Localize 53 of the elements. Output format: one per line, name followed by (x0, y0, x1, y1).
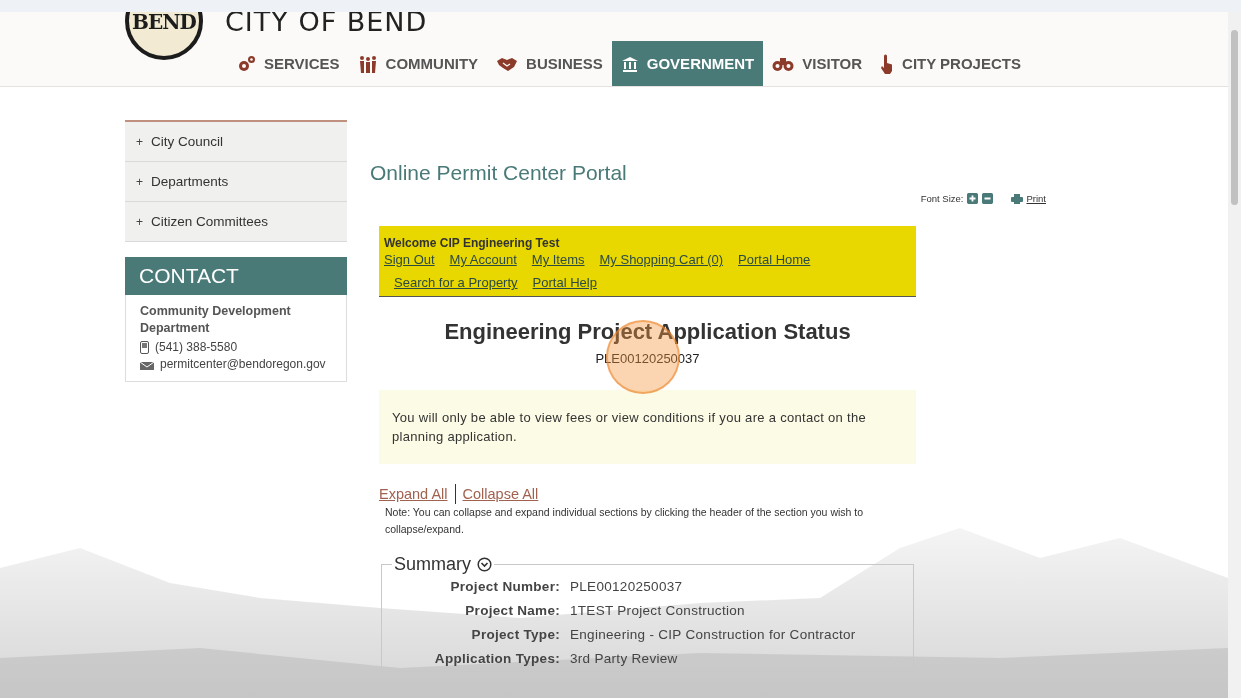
font-size-label: Font Size: (920, 193, 964, 204)
section-title[interactable]: Summary (394, 554, 471, 575)
city-logo[interactable]: BEND (125, 12, 203, 60)
contact-heading: CONTACT (125, 257, 347, 295)
expand-marker[interactable]: + (136, 214, 143, 229)
expand-marker[interactable]: + (136, 134, 143, 149)
sidebar-link[interactable]: Departments (151, 174, 229, 189)
handshake-icon (496, 55, 519, 72)
portal-link[interactable]: Portal Home (738, 252, 811, 267)
pointer-hand-icon (880, 53, 895, 74)
portal-link[interactable]: My Items (531, 252, 585, 267)
expand-marker[interactable]: + (136, 174, 143, 189)
phone-number: (541) 388-5580 (155, 340, 238, 354)
field-value: 3rd Party Review (570, 650, 679, 668)
welcome-text: Welcome CIP Engineering Test (384, 236, 561, 250)
portal-link[interactable]: Portal Help (532, 275, 597, 290)
chevron-circle-icon[interactable] (477, 557, 492, 572)
expand-all-link[interactable]: Expand All (379, 486, 448, 502)
nav-tab[interactable]: GOVERNMENT (611, 41, 764, 86)
nav-tab[interactable]: VISITOR (763, 41, 872, 86)
nav-tab[interactable]: SERVICES (227, 41, 349, 86)
field-label: Project Name: (464, 602, 560, 620)
portal-link[interactable]: My Account (449, 252, 517, 267)
nav-tab[interactable]: BUSINESS (487, 41, 612, 86)
email-link[interactable]: permitcenter@bendoregon.gov (160, 357, 326, 371)
print-link[interactable]: Print (1011, 193, 1046, 204)
printer-icon (1011, 193, 1024, 204)
page-title: Online Permit Center Portal (370, 161, 628, 185)
sidebar-link[interactable]: City Council (151, 134, 224, 149)
portal-link[interactable]: Search for a Property (394, 275, 518, 290)
building-icon (620, 55, 639, 72)
scrollbar[interactable] (1228, 12, 1241, 698)
sidebar-link[interactable]: Citizen Committees (151, 214, 269, 229)
minus-icon[interactable] (982, 193, 994, 204)
note-text: Note: You can collapse and expand individual sections by clicking the header of the section you wish to collapse/expand. (384, 505, 865, 537)
plus-icon[interactable] (967, 193, 979, 204)
collapse-all-link[interactable]: Collapse All (462, 486, 539, 502)
notice-message: You will only be able to view fees or view conditions if you are a contact on the planning application. (379, 390, 916, 464)
field-label: Project Number: (449, 578, 560, 596)
portal-link[interactable]: My Shopping Cart (0) (599, 252, 724, 267)
field-label: Application Types: (433, 650, 560, 668)
nav-tab[interactable]: COMMUNITY (348, 41, 488, 86)
nav-tab[interactable]: CITY PROJECTS (871, 41, 1030, 86)
people-icon (357, 54, 378, 73)
department-name: Community Development Department (140, 303, 292, 337)
phone-icon (140, 340, 149, 354)
field-value: PLE00120250037 (570, 578, 684, 596)
binoculars-icon (772, 55, 795, 72)
field-label: Project Type: (470, 626, 560, 644)
portal-link[interactable]: Sign Out (384, 252, 435, 267)
gears-icon (236, 54, 256, 73)
field-value: Engineering - CIP Construction for Contractor (570, 626, 857, 644)
field-value: 1TEST Project Construction (570, 602, 746, 620)
